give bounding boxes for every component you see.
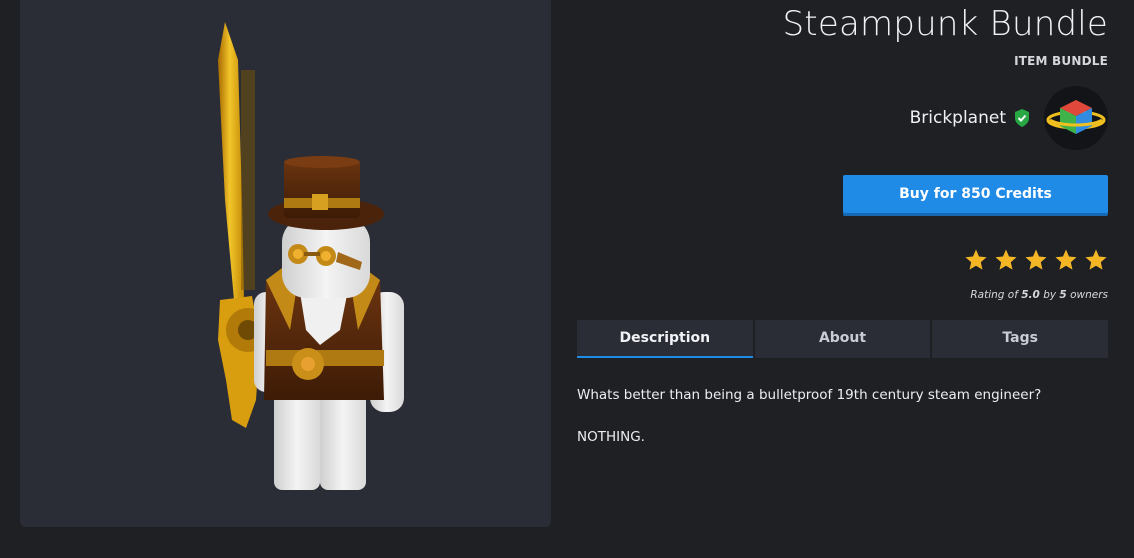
rating-stars — [964, 248, 1108, 272]
star-icon[interactable] — [1054, 248, 1078, 272]
rating-prefix: Rating of — [970, 289, 1022, 301]
verified-shield-icon — [1015, 109, 1029, 127]
item-title: Steampunk Bundle — [782, 4, 1108, 44]
brickplanet-logo-icon — [1046, 100, 1106, 134]
description-line: Whats better than being a bulletproof 19… — [577, 387, 1042, 403]
item-type-label: ITEM BUNDLE — [1014, 54, 1108, 68]
buy-button[interactable]: Buy for 850 Credits — [843, 175, 1108, 213]
creator-avatar[interactable] — [1044, 86, 1108, 150]
item-tabs: Description About Tags — [577, 320, 1109, 358]
tab-about[interactable]: About — [754, 320, 931, 358]
rating-suffix: owners — [1066, 289, 1108, 301]
rating-by: by — [1039, 289, 1060, 301]
star-icon[interactable] — [994, 248, 1018, 272]
star-icon[interactable] — [1084, 248, 1108, 272]
owners-count: 5 — [1059, 289, 1067, 301]
creator-info[interactable]: Brickplanet — [910, 86, 1108, 150]
rating-summary: Rating of 5.0 by 5 owners — [970, 289, 1108, 301]
star-icon[interactable] — [964, 248, 988, 272]
star-icon[interactable] — [1024, 248, 1048, 272]
tab-tags[interactable]: Tags — [932, 320, 1109, 358]
item-preview-panel[interactable] — [20, 0, 551, 527]
item-description: Whats better than being a bulletproof 19… — [577, 386, 1108, 446]
item-page: Steampunk Bundle ITEM BUNDLE Brickplanet… — [0, 0, 1134, 558]
avatar-preview-image — [218, 22, 404, 490]
rating-value: 5.0 — [1021, 289, 1040, 301]
description-line: NOTHING. — [577, 429, 645, 445]
creator-name-container[interactable]: Brickplanet — [910, 108, 1030, 128]
tab-description[interactable]: Description — [577, 320, 753, 358]
creator-name[interactable]: Brickplanet — [910, 108, 1006, 128]
